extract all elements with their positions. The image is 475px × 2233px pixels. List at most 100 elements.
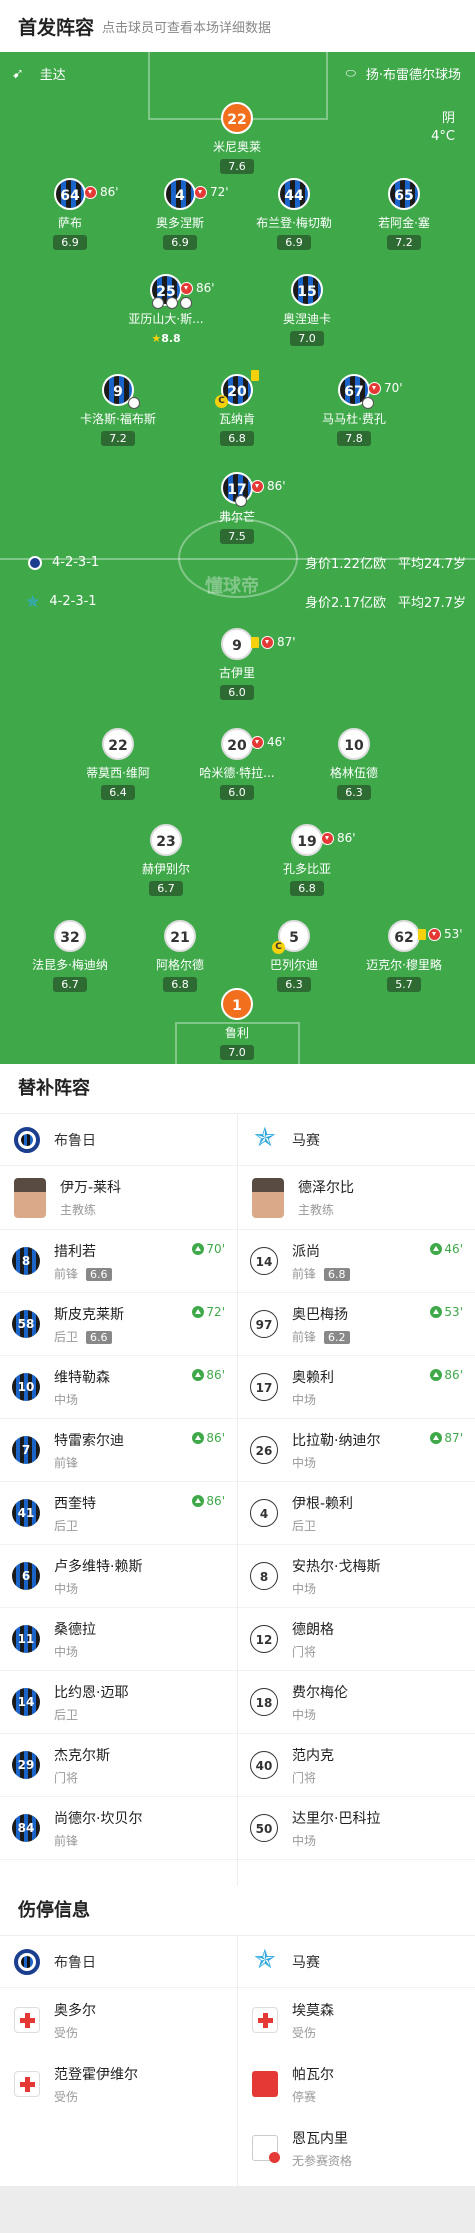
sub-out-icon <box>261 635 274 649</box>
avatar <box>252 1177 284 1218</box>
player-away-dm2[interactable]: 19 86' 孔多比亚 6.8 <box>252 824 362 896</box>
medical-icon <box>14 2071 40 2097</box>
sub-name: 奥巴梅扬 <box>292 1306 348 1323</box>
sub-player-row[interactable]: 18 费尔梅伦 中场 <box>238 1671 475 1734</box>
player-home-rb[interactable]: 65 若阿金·塞 7.2 <box>349 178 459 250</box>
injury-row[interactable]: 奥多尔 受伤 <box>0 1988 237 2052</box>
player-home-cb1[interactable]: 4 72' 奥多涅斯 6.9 <box>125 178 235 250</box>
player-rating: 6.8 <box>290 881 324 896</box>
away-formation-info: ✯ 4-2-3-1 身价2.17亿欧 平均27.7岁 <box>0 592 475 611</box>
injury-row[interactable]: 恩瓦内里 无参赛资格 <box>238 2116 475 2180</box>
injuries-section: 伤停信息 布鲁日 奥多尔受伤 范登霍伊维尔受伤 马赛 埃莫森受伤 帕瓦尔停赛 恩… <box>0 1886 475 2186</box>
player-home-dm2[interactable]: 15 奥涅迪卡 7.0 <box>252 274 362 346</box>
goal-ball-icon <box>362 397 374 409</box>
sub-player-row[interactable]: 11 桑德拉 中场 <box>0 1608 237 1671</box>
sub-player-row[interactable]: 58 斯皮克莱斯 后卫 6.6 72' <box>0 1293 237 1356</box>
sub-out-icon <box>368 381 381 395</box>
jersey: 22 <box>102 728 134 760</box>
jersey: 10 <box>338 728 370 760</box>
player-away-st[interactable]: 9 87' 古伊里 6.0 <box>182 628 296 700</box>
sub-player-row[interactable]: 17 奥赖利 中场 86' <box>238 1356 475 1419</box>
player-home-dm1[interactable]: 25 86' 亚历山大·斯... ★8.8 <box>111 274 221 346</box>
sub-in-icon <box>192 1243 205 1255</box>
jersey: 22 <box>221 102 253 134</box>
sub-player-row[interactable]: 7 特雷索尔迪 前锋 86' <box>0 1419 237 1482</box>
player-away-cb1[interactable]: 21 阿格尔德 6.8 <box>125 920 235 992</box>
player-name: 巴列尔迪 <box>269 958 318 972</box>
sub-name: 比约恩·迈耶 <box>54 1684 129 1701</box>
jersey: 20 46' <box>221 728 286 760</box>
player-home-cb2[interactable]: 44 布兰登·梅切勒 6.9 <box>239 178 349 250</box>
sub-player-row[interactable]: 29 杰克尔斯 门将 <box>0 1734 237 1797</box>
injury-row[interactable]: 帕瓦尔 停赛 <box>238 2052 475 2116</box>
sub-name: 德朗格 <box>292 1621 334 1638</box>
home-team-label: ➹ 圭达 <box>12 64 66 84</box>
player-away-cb2[interactable]: 5 C 巴列尔迪 6.3 <box>239 920 349 992</box>
injury-name: 奥多尔 <box>54 2002 96 2019</box>
assist-icon <box>128 397 140 409</box>
away-avg-age: 平均27.7岁 <box>398 596 466 611</box>
sub-player-row[interactable]: 6 卢多维特·赖斯 中场 <box>0 1545 237 1608</box>
player-away-am[interactable]: 20 46' 哈米德·特拉... 6.0 <box>182 728 292 800</box>
sub-name: 达里尔·巴科拉 <box>292 1810 381 1827</box>
player-home-am[interactable]: 20 C 瓦纳肯 6.8 <box>182 370 292 446</box>
sub-player-row[interactable]: 14 比约恩·迈耶 后卫 <box>0 1671 237 1734</box>
sub-player-row[interactable]: 12 德朗格 门将 <box>238 1608 475 1671</box>
player-away-dm1[interactable]: 23 赫伊别尔 6.7 <box>111 824 221 896</box>
jersey: 5 C <box>272 920 310 954</box>
player-name: 布兰登·梅切勒 <box>256 216 332 230</box>
player-home-st[interactable]: 17 86' 弗尔芒 7.5 <box>182 472 292 544</box>
sub-player-row[interactable]: 26 比拉勒·纳迪尔 中场 87' <box>238 1419 475 1482</box>
sub-position: 后卫 <box>54 1329 79 1344</box>
away-subs-team: 马赛 <box>238 1114 475 1166</box>
sub-name: 特雷索尔迪 <box>54 1432 124 1449</box>
jersey: 44 <box>278 178 310 210</box>
sub-player-row[interactable]: 8 措利若 前锋 6.6 70' <box>0 1230 237 1293</box>
sub-player-row[interactable]: 10 维特勒森 中场 86' <box>0 1356 237 1419</box>
sub-in-icon <box>192 1306 205 1318</box>
player-rating: 7.5 <box>220 529 254 544</box>
sub-player-row[interactable]: 8 安热尔·戈梅斯 中场 <box>238 1545 475 1608</box>
player-name: 奥多涅斯 <box>155 216 204 230</box>
jersey: 17 <box>250 1373 278 1401</box>
sub-position: 中场 <box>54 1581 79 1596</box>
player-away-rb[interactable]: 62 53' 迈克尔·穆里略 5.7 <box>349 920 463 992</box>
sub-position: 中场 <box>54 1644 79 1659</box>
coach-name: 伊万-莱科 <box>60 1180 122 1196</box>
player-home-gk[interactable]: 22 米尼奥莱 7.6 <box>182 102 292 174</box>
sub-position: 后卫 <box>54 1707 79 1722</box>
player-away-rw[interactable]: 10 格林伍德 6.3 <box>299 728 409 800</box>
sub-player-row[interactable]: 50 达里尔·巴科拉 中场 <box>238 1797 475 1860</box>
sub-position: 门将 <box>54 1770 79 1785</box>
away-injuries-team: 马赛 <box>238 1936 475 1988</box>
injury-row[interactable]: 范登霍伊维尔 受伤 <box>0 2052 237 2116</box>
player-home-lb[interactable]: 64 86' 萨布 6.9 <box>15 178 125 250</box>
player-name: 鲁利 <box>224 1026 249 1040</box>
sub-player-row[interactable]: 97 奥巴梅扬 前锋 6.2 53' <box>238 1293 475 1356</box>
sub-out-icon <box>428 927 441 941</box>
sub-in-event: 86' <box>192 1368 225 1382</box>
home-coach[interactable]: 伊万-莱科 主教练 <box>0 1166 237 1230</box>
player-home-rw[interactable]: 67 70' 马马杜·费孔 7.8 <box>299 374 409 446</box>
player-rating: 7.2 <box>387 235 421 250</box>
sub-in-event: 86' <box>430 1368 463 1382</box>
jersey: 11 <box>12 1625 40 1653</box>
whistle-icon: ➹ <box>12 65 24 82</box>
player-away-lb[interactable]: 32 法昆多·梅迪纳 6.7 <box>15 920 125 992</box>
captain-badge: C <box>272 941 285 954</box>
injury-status: 受伤 <box>54 2025 79 2040</box>
sub-player-row[interactable]: 40 范内克 门将 <box>238 1734 475 1797</box>
sub-player-row[interactable]: 84 尚德尔·坎贝尔 前锋 <box>0 1797 237 1860</box>
player-away-lw[interactable]: 22 蒂莫西·维阿 6.4 <box>63 728 173 800</box>
sub-position: 中场 <box>292 1833 317 1848</box>
player-away-gk[interactable]: 1 鲁利 7.0 <box>182 988 292 1060</box>
player-home-lw[interactable]: 9 卡洛斯·福布斯 7.2 <box>63 374 173 446</box>
lineup-header: 首发阵容 点击球员可查看本场详细数据 <box>0 0 475 52</box>
player-rating: 6.3 <box>337 785 371 800</box>
sub-player-row[interactable]: 14 派尚 前锋 6.8 46' <box>238 1230 475 1293</box>
sub-player-row[interactable]: 4 伊根-赖利 后卫 <box>238 1482 475 1545</box>
sub-player-row[interactable]: 41 西奎特 后卫 86' <box>0 1482 237 1545</box>
away-coach[interactable]: 德泽尔比 主教练 <box>238 1166 475 1230</box>
injury-row[interactable]: 埃莫森 受伤 <box>238 1988 475 2052</box>
injury-status: 受伤 <box>292 2025 317 2040</box>
